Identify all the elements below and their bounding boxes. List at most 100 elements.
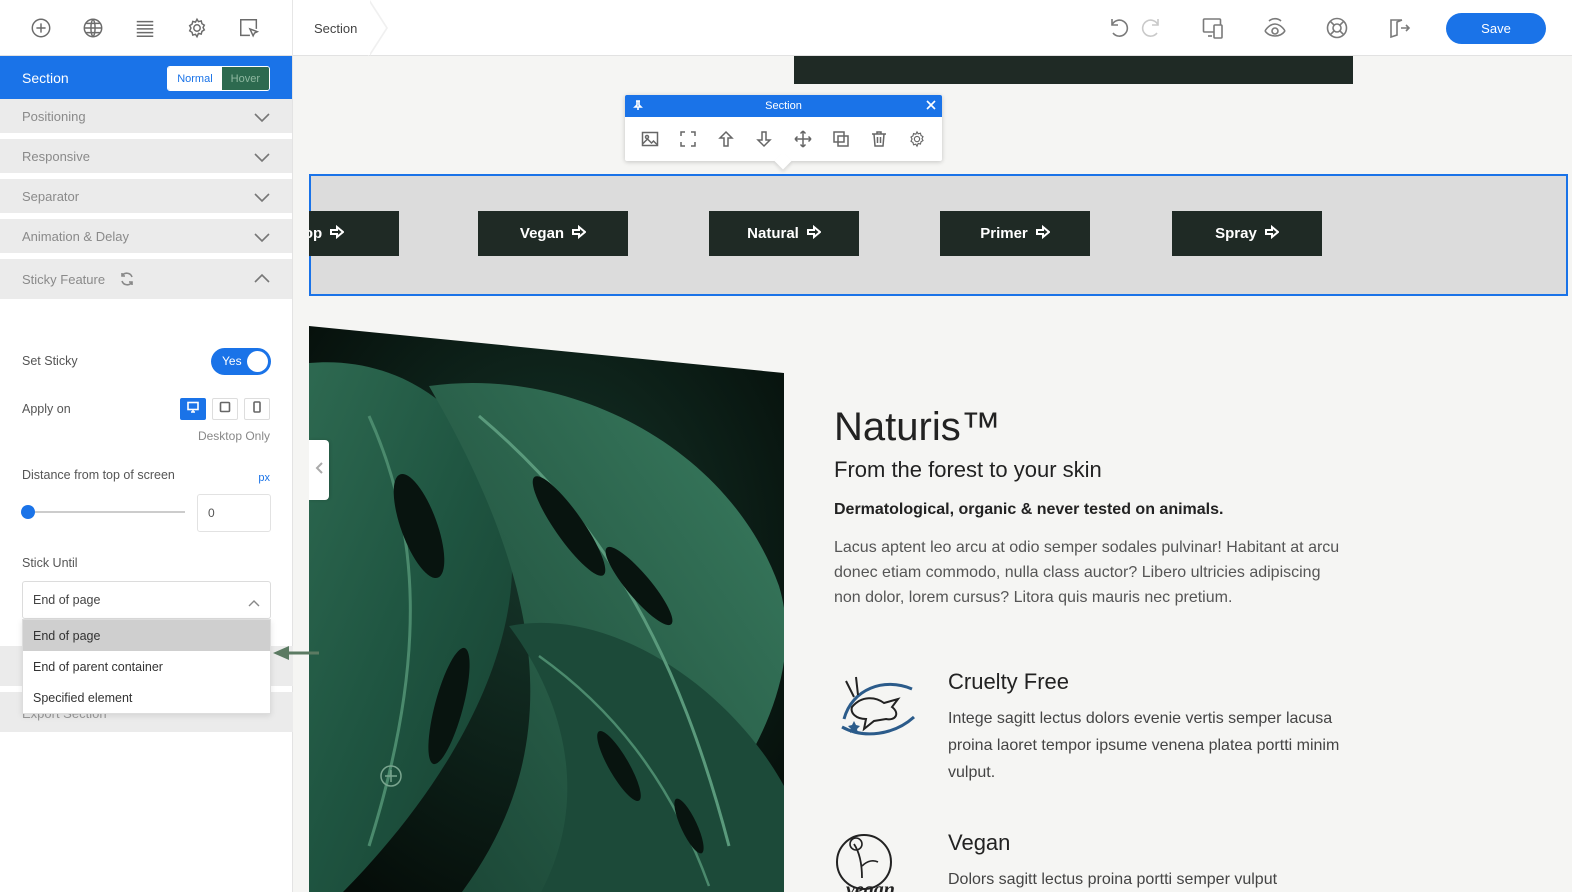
apply-on-note: Desktop Only <box>197 429 270 443</box>
stick-until-select[interactable]: End of page <box>22 581 271 619</box>
fullscreen-icon[interactable] <box>677 128 699 150</box>
page-canvas: op Vegan Natural Primer Spray Section <box>309 56 1572 892</box>
section-toolbar-header: Section <box>625 95 942 117</box>
category-label: Vegan <box>519 225 565 242</box>
brand-title: Naturis™ <box>834 405 1001 449</box>
select-value: End of page <box>33 593 101 607</box>
move-up-icon[interactable] <box>715 128 737 150</box>
accordion-label: Responsive <box>22 148 90 164</box>
chevron-down-icon <box>254 111 270 123</box>
globe-icon[interactable] <box>80 15 106 41</box>
vegan-logo-text: vegan <box>846 879 895 892</box>
category-label: Spray <box>1215 225 1257 242</box>
layers-icon[interactable] <box>132 15 158 41</box>
save-button[interactable]: Save <box>1446 12 1546 44</box>
move-down-icon[interactable] <box>753 128 775 150</box>
top-left-tools <box>0 0 293 56</box>
arrow-right-icon <box>806 224 822 243</box>
accordion-label: Positioning <box>22 108 86 124</box>
feature-title: Cruelty Free <box>948 669 1070 694</box>
section-toolbar: Section <box>625 95 942 170</box>
category-button[interactable]: Natural <box>709 211 859 256</box>
category-button[interactable]: Spray <box>1172 211 1322 256</box>
accordion-responsive[interactable]: Responsive <box>0 139 292 179</box>
eye-icon[interactable] <box>1262 15 1288 41</box>
accordion-label: Separator <box>22 188 80 204</box>
undo-icon[interactable] <box>1106 15 1132 41</box>
settings-icon[interactable] <box>906 128 928 150</box>
settings-icon[interactable] <box>184 15 210 41</box>
close-icon[interactable] <box>926 100 936 110</box>
category-label: op <box>309 225 323 242</box>
select-cursor-icon[interactable] <box>236 15 262 41</box>
hero-content: Naturis™ From the forest to your skin De… <box>834 401 1354 892</box>
arrow-right-icon <box>1035 224 1051 243</box>
monstera-leaf-image <box>309 326 784 892</box>
chevron-up-icon <box>254 271 270 283</box>
exit-icon[interactable] <box>1386 15 1412 41</box>
responsive-preview-icon[interactable] <box>1200 15 1226 41</box>
accordion-label: Animation & Delay <box>22 228 129 244</box>
category-button[interactable]: op <box>309 211 399 256</box>
category-button[interactable]: Primer <box>940 211 1090 256</box>
accordion-sticky-feature[interactable]: Sticky Feature <box>0 259 292 299</box>
drag-move-icon[interactable] <box>792 128 814 150</box>
panel-collapse-tab[interactable] <box>309 440 329 500</box>
top-toolbar: Section Save <box>0 0 1572 56</box>
delete-icon[interactable] <box>868 128 890 150</box>
leaping-bunny-icon <box>834 669 920 739</box>
state-hover-button[interactable]: Hover <box>221 67 269 90</box>
apply-on-label: Apply on <box>22 402 71 416</box>
selected-section[interactable]: op Vegan Natural Primer Spray <box>309 174 1568 296</box>
top-dark-block <box>794 56 1353 84</box>
tablet-icon <box>219 400 231 418</box>
feature-title: Vegan <box>948 830 1011 855</box>
pin-icon[interactable] <box>633 100 643 111</box>
set-sticky-label: Set Sticky <box>22 354 78 368</box>
chevron-down-icon <box>254 231 270 243</box>
arrow-right-icon <box>1264 224 1280 243</box>
dropdown-option[interactable]: Specified element <box>23 682 270 713</box>
accordion-positioning[interactable]: Positioning <box>0 99 292 139</box>
redo-icon[interactable] <box>1138 15 1164 41</box>
desktop-icon <box>187 400 199 418</box>
category-label: Natural <box>747 225 799 242</box>
section-toolbar-title: Section <box>765 100 802 112</box>
distance-unit[interactable]: px <box>258 472 270 484</box>
state-normal-button[interactable]: Normal <box>168 67 222 90</box>
state-switch: Normal Hover <box>167 66 270 91</box>
breadcrumb-arrow-inner <box>368 0 386 56</box>
refresh-icon[interactable] <box>119 271 135 287</box>
desktop-device-button[interactable] <box>180 398 206 420</box>
toggle-knob <box>247 351 268 372</box>
image-icon[interactable] <box>639 128 661 150</box>
tagline: From the forest to your skin <box>834 457 1102 482</box>
dropdown-option[interactable]: End of parent container <box>23 651 270 682</box>
duplicate-icon[interactable] <box>830 128 852 150</box>
mobile-device-button[interactable] <box>244 398 270 420</box>
accordion-separator[interactable]: Separator <box>0 179 292 219</box>
slider-thumb[interactable] <box>21 505 35 519</box>
help-icon[interactable] <box>1324 15 1350 41</box>
set-sticky-toggle[interactable]: Yes <box>211 348 271 375</box>
highlight-line: Dermatological, organic & never tested o… <box>834 501 1224 518</box>
tablet-device-button[interactable] <box>212 398 238 420</box>
mobile-icon <box>251 400 263 418</box>
top-right-tools: Save <box>1106 0 1572 56</box>
accordion-animation[interactable]: Animation & Delay <box>0 219 292 259</box>
settings-panel: Section Normal Hover Positioning Respons… <box>0 56 293 892</box>
stick-until-dropdown: End of page End of parent container Spec… <box>22 619 271 714</box>
category-button[interactable]: Vegan <box>478 211 628 256</box>
feature-text: Intege sagitt lectus dolors evenie verti… <box>948 710 1340 781</box>
distance-label: Distance from top of screen <box>22 468 175 482</box>
dropdown-option[interactable]: End of page <box>23 620 270 651</box>
distance-slider[interactable] <box>21 505 185 519</box>
distance-input[interactable] <box>197 494 271 532</box>
chevron-left-icon <box>315 461 323 479</box>
chevron-down-icon <box>254 191 270 203</box>
feature-text: Dolors sagitt lectus proina portti sempe… <box>948 871 1278 888</box>
add-icon[interactable] <box>28 15 54 41</box>
description-paragraph: Lacus aptent leo arcu at odio semper sod… <box>834 539 1340 606</box>
toggle-text: Yes <box>222 354 242 368</box>
chevron-up-icon <box>248 596 260 607</box>
